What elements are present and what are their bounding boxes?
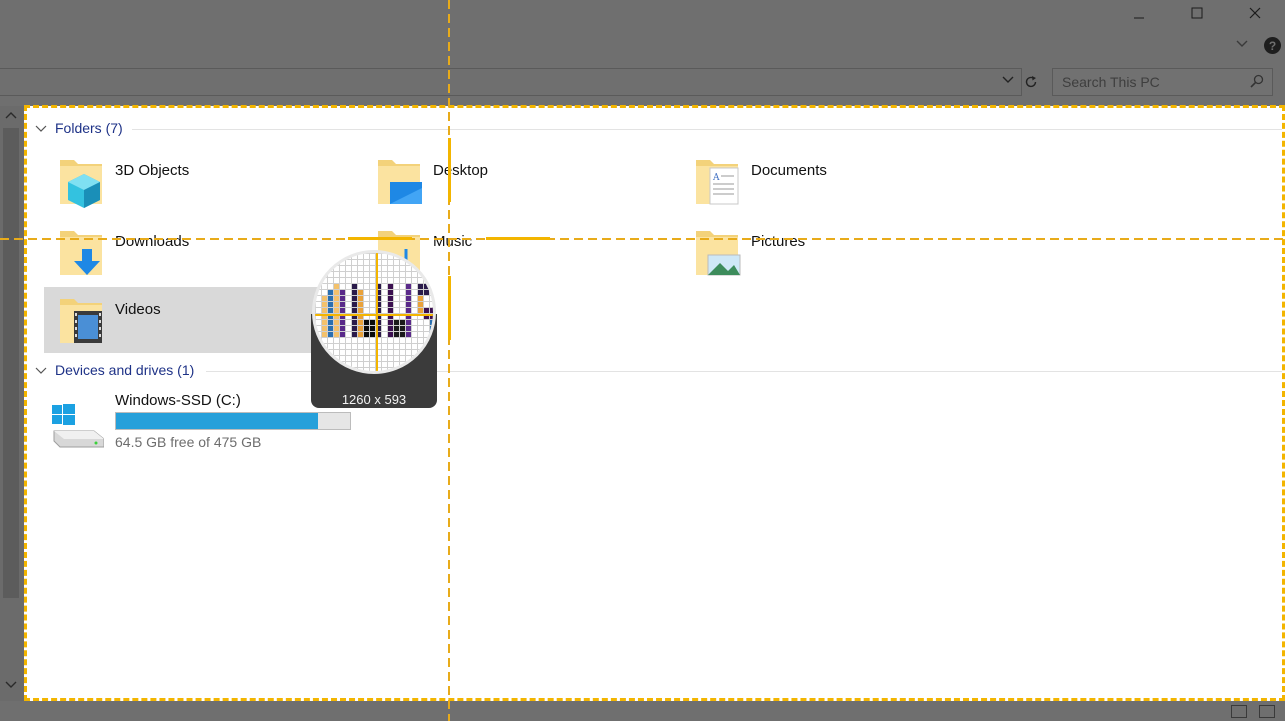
folder-tile-downloads[interactable]: Downloads: [44, 219, 344, 285]
address-bar[interactable]: [0, 68, 1022, 96]
group-header-label: Devices and drives (1): [55, 362, 195, 378]
crosshair-horizontal: [0, 238, 1285, 240]
crosshair-vertical: [448, 0, 450, 721]
search-icon: [1250, 74, 1264, 88]
scrollbar-thumb[interactable]: [3, 128, 19, 598]
refresh-button[interactable]: [1020, 68, 1042, 96]
videos-folder-icon: [60, 299, 102, 343]
folder-label: 3D Objects: [115, 162, 190, 179]
file-view: Folders (7) 3D Objects Desktop A Documen…: [24, 106, 1285, 701]
folder-label: Documents: [751, 162, 827, 179]
address-history-dropdown[interactable]: [1002, 72, 1014, 87]
crosshair-arm-left: [348, 237, 412, 240]
refresh-icon: [1025, 76, 1037, 88]
maximize-icon: [1191, 7, 1203, 19]
ribbon-expand-button[interactable]: [1236, 36, 1248, 51]
minimize-icon: [1134, 17, 1144, 19]
crosshair-arm-bottom: [448, 276, 451, 340]
close-button[interactable]: [1226, 0, 1284, 26]
folder-tile-pictures[interactable]: Pictures: [680, 219, 980, 285]
help-button[interactable]: ?: [1264, 37, 1281, 54]
drive-usage-bar: [115, 412, 351, 430]
pictures-folder-icon: [696, 231, 741, 276]
capture-magnifier: 1260 x 593: [311, 250, 437, 408]
search-input[interactable]: Search This PC: [1052, 68, 1273, 96]
details-view-button[interactable]: [1231, 705, 1247, 718]
magnifier-lens: [312, 250, 436, 374]
folder-label: Videos: [115, 301, 161, 318]
group-header-folders[interactable]: Folders (7): [35, 120, 123, 136]
drive-label: Windows-SSD (C:): [115, 392, 241, 409]
drive-free-space: 64.5 GB free of 475 GB: [115, 434, 262, 450]
divider: [132, 129, 1282, 130]
downloads-folder-icon: [60, 231, 102, 275]
search-placeholder: Search This PC: [1062, 74, 1160, 90]
group-header-label: Folders (7): [55, 120, 123, 136]
desktop-folder-icon: [378, 160, 422, 204]
folder-tile-videos[interactable]: Videos: [44, 287, 344, 353]
chevron-down-icon: [1236, 40, 1248, 47]
scroll-up-icon[interactable]: [5, 110, 17, 122]
drive-usage-fill: [116, 413, 319, 429]
3d-objects-folder-icon: [60, 160, 102, 208]
help-icon: ?: [1268, 38, 1277, 53]
folder-tile-desktop[interactable]: Desktop: [362, 148, 662, 214]
folder-label: Pictures: [751, 233, 806, 250]
capture-size-readout: 1260 x 593: [341, 392, 407, 407]
minimize-button[interactable]: [1110, 0, 1168, 26]
folder-label: Downloads: [115, 233, 190, 250]
folder-tile-3d-objects[interactable]: 3D Objects: [44, 148, 344, 214]
crosshair-arm-top: [448, 138, 451, 202]
folder-label: Desktop: [433, 162, 489, 179]
documents-folder-icon: A: [696, 160, 739, 205]
folder-label: Music: [433, 233, 473, 250]
large-icons-view-button[interactable]: [1259, 705, 1275, 718]
chevron-down-icon: [1002, 76, 1014, 83]
chevron-down-icon: [35, 367, 47, 374]
crosshair-arm-right: [486, 237, 550, 240]
folder-tile-documents[interactable]: A Documents: [680, 148, 980, 214]
magnifier-crosshair: [315, 253, 433, 371]
vertical-scrollbar[interactable]: [0, 106, 24, 701]
svg-text:A: A: [712, 173, 720, 183]
title-bar: ?: [0, 0, 1285, 60]
chevron-down-icon: [35, 125, 47, 132]
windows-drive-icon: [52, 404, 104, 448]
maximize-button[interactable]: [1168, 0, 1226, 26]
group-header-devices[interactable]: Devices and drives (1): [35, 362, 194, 378]
close-icon: [1249, 7, 1261, 19]
scroll-down-icon[interactable]: [5, 680, 17, 692]
